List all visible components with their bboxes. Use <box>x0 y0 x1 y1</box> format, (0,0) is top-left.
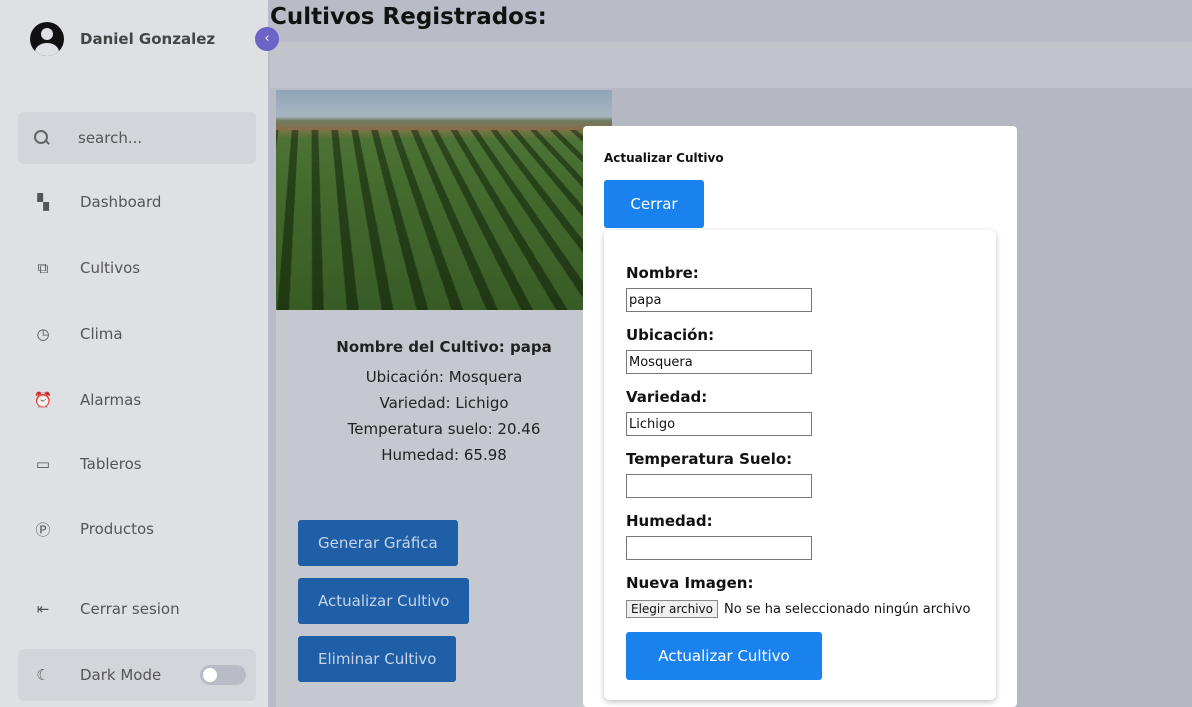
sidebar-item-label: Cultivos <box>80 259 141 277</box>
humedad-label: Humedad: <box>626 512 713 530</box>
crop-name: Nombre del Cultivo: papa <box>336 338 552 356</box>
clock-icon: ◷ <box>36 325 50 343</box>
alarm-icon: ⏰ <box>33 391 53 409</box>
submit-update-button[interactable]: Actualizar Cultivo <box>626 632 822 680</box>
sidebar-collapse-button[interactable]: ‹ <box>255 27 279 51</box>
nombre-label: Nombre: <box>626 264 699 282</box>
search-bar[interactable]: search... <box>18 112 256 164</box>
imagen-label: Nueva Imagen: <box>626 574 754 592</box>
search-input[interactable]: search... <box>78 129 142 147</box>
dark-mode-toggle[interactable] <box>200 665 246 685</box>
dashboard-icon: ▚ <box>37 193 49 211</box>
crop-temperature: Temperatura suelo: 20.46 <box>347 420 541 438</box>
sidebar: Daniel Gonzalez search... ▚ Dashboard ⧉ … <box>0 0 268 707</box>
sidebar-item-label: Alarmas <box>80 391 142 409</box>
sidebar-item-tableros[interactable]: ▭ Tableros <box>18 439 256 489</box>
variedad-label: Variedad: <box>626 388 708 406</box>
close-button[interactable]: Cerrar <box>604 180 704 228</box>
crop-location: Ubicación: Mosquera <box>365 368 523 386</box>
update-crop-button[interactable]: Actualizar Cultivo <box>298 578 470 624</box>
modal-title: Actualizar Cultivo <box>604 151 724 165</box>
sidebar-item-label: Productos <box>80 520 154 538</box>
choose-file-button[interactable]: Elegir archivo <box>626 600 719 618</box>
sidebar-item-label: Dashboard <box>80 193 162 211</box>
user-profile: Daniel Gonzalez <box>30 22 215 56</box>
ubicacion-input[interactable]: Mosquera <box>626 350 812 374</box>
file-input: Elegir archivo No se ha seleccionado nin… <box>626 600 970 618</box>
update-crop-form: Nombre: papa Ubicación: Mosquera Varieda… <box>604 230 996 700</box>
delete-crop-button[interactable]: Eliminar Cultivo <box>298 636 457 682</box>
generate-chart-button[interactable]: Generar Gráfica <box>298 520 458 566</box>
temperatura-input[interactable] <box>626 474 812 498</box>
variedad-input[interactable]: Lichigo <box>626 412 812 436</box>
sidebar-item-dashboard[interactable]: ▚ Dashboard <box>18 177 256 227</box>
sidebar-item-label: Cerrar sesion <box>80 600 180 618</box>
cultivos-icon: ⧉ <box>37 259 49 277</box>
ubicacion-label: Ubicación: <box>626 326 715 344</box>
sidebar-item-label: Clima <box>80 325 123 343</box>
header-strip <box>270 42 1192 88</box>
sidebar-item-clima[interactable]: ◷ Clima <box>18 309 256 359</box>
dark-mode-row: ☾ Dark Mode <box>18 649 256 701</box>
file-status: No se ha seleccionado ningún archivo <box>724 601 971 617</box>
sidebar-item-alarmas[interactable]: ⏰ Alarmas <box>18 375 256 425</box>
crop-variety: Variedad: Lichigo <box>379 394 509 412</box>
moon-icon: ☾ <box>36 666 50 684</box>
sidebar-item-cultivos[interactable]: ⧉ Cultivos <box>18 243 256 293</box>
search-icon <box>34 130 50 146</box>
crop-image <box>276 90 612 310</box>
sidebar-item-label: Tableros <box>80 455 142 473</box>
crop-info: Nombre del Cultivo: papa Ubicación: Mosq… <box>276 338 612 472</box>
crop-card: Nombre del Cultivo: papa Ubicación: Mosq… <box>276 90 612 707</box>
dark-mode-label: Dark Mode <box>80 666 162 684</box>
board-icon: ▭ <box>35 455 51 473</box>
crop-humidity: Humedad: 65.98 <box>381 446 507 464</box>
update-crop-modal: Actualizar Cultivo Cerrar Nombre: papa U… <box>583 126 1017 707</box>
user-name: Daniel Gonzalez <box>80 30 216 48</box>
page-title: Cultivos Registrados: <box>270 4 547 30</box>
nombre-input[interactable]: papa <box>626 288 812 312</box>
avatar <box>30 22 64 56</box>
humedad-input[interactable] <box>626 536 812 560</box>
logout-icon: ⇤ <box>36 600 50 618</box>
sidebar-item-logout[interactable]: ⇤ Cerrar sesion <box>18 584 256 634</box>
product-icon: Ⓟ <box>35 520 51 539</box>
sidebar-item-productos[interactable]: Ⓟ Productos <box>18 504 256 554</box>
temperatura-label: Temperatura Suelo: <box>626 450 793 468</box>
